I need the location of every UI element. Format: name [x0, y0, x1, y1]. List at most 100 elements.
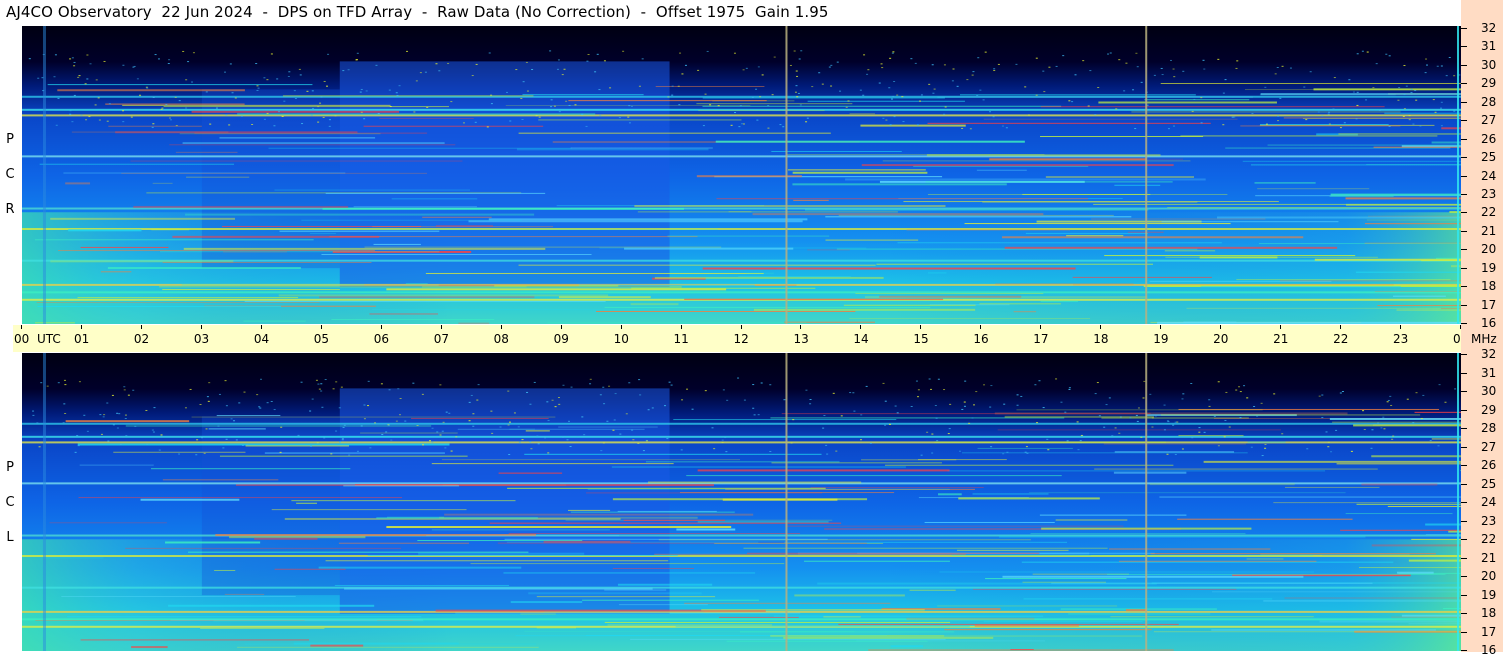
speckle [1167, 128, 1170, 130]
carrier-segment [1250, 164, 1461, 166]
speckle [97, 97, 100, 99]
speckle [881, 67, 884, 69]
carrier-segment [1267, 144, 1461, 146]
speckle [330, 453, 333, 455]
carrier-segment [140, 498, 240, 501]
speckle [896, 412, 899, 414]
utc-tick-label: 05 [313, 332, 330, 346]
utc-tick-label: 02 [133, 332, 150, 346]
speckle [32, 414, 35, 416]
carrier-segment [890, 645, 924, 648]
carrier-segment [1030, 533, 1246, 535]
speckle [859, 89, 862, 91]
speckle [184, 407, 187, 409]
speckle [518, 441, 521, 443]
speckle [509, 120, 512, 122]
carrier-segment [618, 604, 708, 606]
speckle [251, 124, 254, 126]
carrier-segment [676, 528, 736, 531]
speckle [335, 381, 338, 383]
carrier-segment [739, 631, 955, 633]
carrier-segment [1104, 255, 1356, 257]
freq-tick-label: 24 [1481, 495, 1497, 509]
vertical-marker [1457, 26, 1460, 324]
carrier-segment [334, 584, 510, 586]
carrier-segment [1408, 623, 1461, 625]
speckle [450, 101, 453, 103]
carrier-segment [435, 225, 494, 227]
carrier-segment [78, 497, 403, 499]
speckle [334, 115, 337, 117]
speckle [266, 402, 269, 404]
speckle [932, 92, 935, 94]
speckle [1222, 124, 1225, 126]
speckle [192, 52, 195, 54]
speckle [1425, 64, 1428, 66]
speckle [328, 125, 331, 127]
carrier-segment [838, 623, 1179, 625]
speckle [830, 64, 833, 66]
speckle [506, 91, 509, 93]
speckle [1200, 97, 1203, 99]
speckle [1151, 417, 1154, 419]
carrier-segment [1361, 483, 1438, 486]
speckle [1260, 402, 1263, 404]
carrier-segment [498, 472, 563, 474]
carrier-segment [1431, 141, 1461, 144]
speckle [724, 437, 727, 439]
carrier-segment [369, 313, 438, 315]
speckle [1265, 123, 1268, 125]
speckle [486, 126, 489, 128]
speckle [207, 400, 210, 402]
speckle [671, 85, 674, 87]
speckle [118, 413, 121, 415]
speckle [152, 431, 155, 433]
speckle [741, 123, 744, 125]
speckle [1181, 448, 1184, 450]
carrier-segment [1329, 418, 1461, 421]
carrier-segment [322, 207, 684, 210]
speckle [215, 107, 218, 109]
speckle [521, 439, 524, 441]
speckle [632, 439, 635, 441]
speckle [185, 107, 188, 109]
speckle [1444, 401, 1447, 403]
speckle [1335, 429, 1338, 431]
carrier-segment [1010, 649, 1034, 651]
speckle [558, 403, 561, 405]
carrier-segment [274, 189, 471, 191]
speckle [343, 424, 346, 426]
speckle [230, 418, 233, 420]
utc-tick-label: 00 [14, 332, 30, 346]
carrier-segment [794, 594, 905, 597]
carrier-segment [504, 538, 828, 540]
speckle [1172, 68, 1175, 70]
freq-tick-mark [1461, 354, 1467, 355]
utc-tick-mark [440, 325, 442, 329]
freq-tick-mark [1461, 157, 1467, 159]
carrier-segment [1330, 193, 1461, 196]
speckle [1115, 108, 1118, 110]
carrier-segment [972, 493, 1049, 495]
speckle [835, 450, 838, 452]
carrier-segment [1414, 411, 1461, 413]
freq-tick-mark [1461, 230, 1467, 232]
speckle [228, 124, 231, 126]
speckle [891, 52, 894, 54]
speckle [1198, 431, 1201, 433]
speckle [1002, 453, 1005, 455]
speckle [697, 69, 700, 71]
speckle [490, 94, 493, 96]
utc-tick-mark [740, 325, 742, 329]
speckle [477, 384, 480, 386]
speckle [550, 106, 553, 108]
carrier-segment [1345, 513, 1453, 515]
carrier-segment [39, 163, 235, 165]
speckle [1020, 395, 1023, 397]
speckle [797, 92, 800, 94]
carrier-segment [785, 525, 1124, 527]
carrier-segment [1254, 182, 1316, 184]
carrier-segment [536, 627, 577, 629]
speckle [630, 105, 633, 107]
speckle [737, 377, 740, 379]
